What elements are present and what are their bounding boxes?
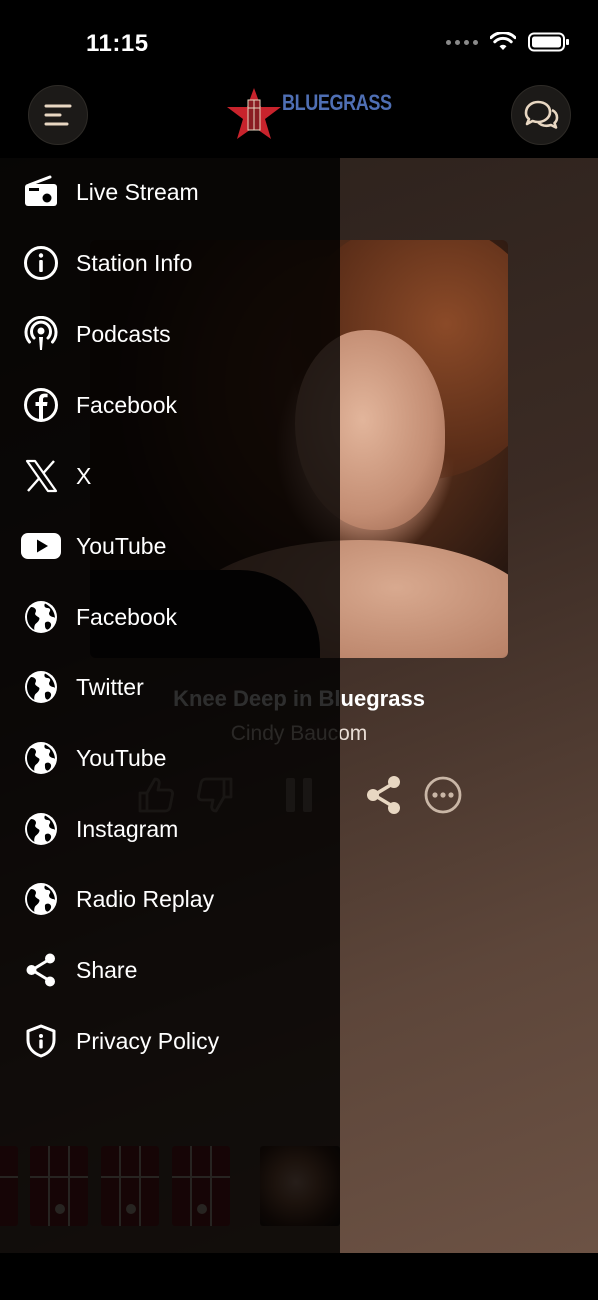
menu-item-facebook[interactable]: Facebook [0, 375, 340, 435]
status-time: 11:15 [86, 30, 149, 57]
signal-dots-icon [446, 39, 478, 45]
menu-item-radio-replay[interactable]: Radio Replay [0, 869, 340, 929]
menu-item-live-stream[interactable]: Live Stream [0, 162, 340, 222]
menu-button[interactable] [28, 85, 88, 145]
battery-icon [528, 32, 569, 52]
menu-item-podcasts[interactable]: Podcasts [0, 304, 340, 364]
chat-button[interactable] [511, 85, 571, 145]
wifi-icon [490, 32, 516, 50]
menu-item-privacy-policy[interactable]: Privacy Policy [0, 1011, 340, 1071]
globe-icon [22, 598, 60, 636]
more-icon [424, 776, 462, 814]
radio-icon [22, 173, 60, 211]
x-logo-icon [22, 457, 60, 495]
globe-icon [22, 880, 60, 918]
more-options-button[interactable] [421, 773, 465, 817]
status-icons [446, 32, 570, 52]
menu-item-twitter[interactable]: Twitter [0, 657, 340, 717]
menu-item-share[interactable]: Share [0, 940, 340, 1000]
star-logo-icon [227, 88, 281, 139]
menu-item-youtube-web[interactable]: YouTube [0, 728, 340, 788]
youtube-icon [19, 527, 63, 565]
logo-text: BLUEGRASS [282, 90, 392, 115]
menu-item-youtube[interactable]: YouTube [0, 516, 340, 576]
menu-item-x[interactable]: X [0, 446, 340, 506]
globe-icon [22, 668, 60, 706]
globe-icon [22, 739, 60, 777]
chat-bubbles-icon [524, 100, 559, 129]
share-button[interactable] [362, 773, 406, 817]
bottom-safe-area [0, 1253, 598, 1300]
shield-icon [22, 1022, 60, 1060]
info-icon [22, 244, 60, 282]
hamburger-menu-icon [44, 104, 72, 126]
menu-item-instagram[interactable]: Instagram [0, 799, 340, 859]
menu-item-station-info[interactable]: Station Info [0, 233, 340, 293]
menu-item-facebook-web[interactable]: Facebook [0, 587, 340, 647]
podcast-icon [22, 315, 60, 353]
globe-icon [22, 810, 60, 848]
share-icon [367, 776, 400, 814]
facebook-icon [22, 386, 60, 424]
share-icon [22, 951, 60, 989]
status-bar: 11:15 [0, 0, 598, 80]
station-logo: BLUEGRASS [224, 84, 392, 144]
app-header: BLUEGRASS [0, 80, 598, 158]
